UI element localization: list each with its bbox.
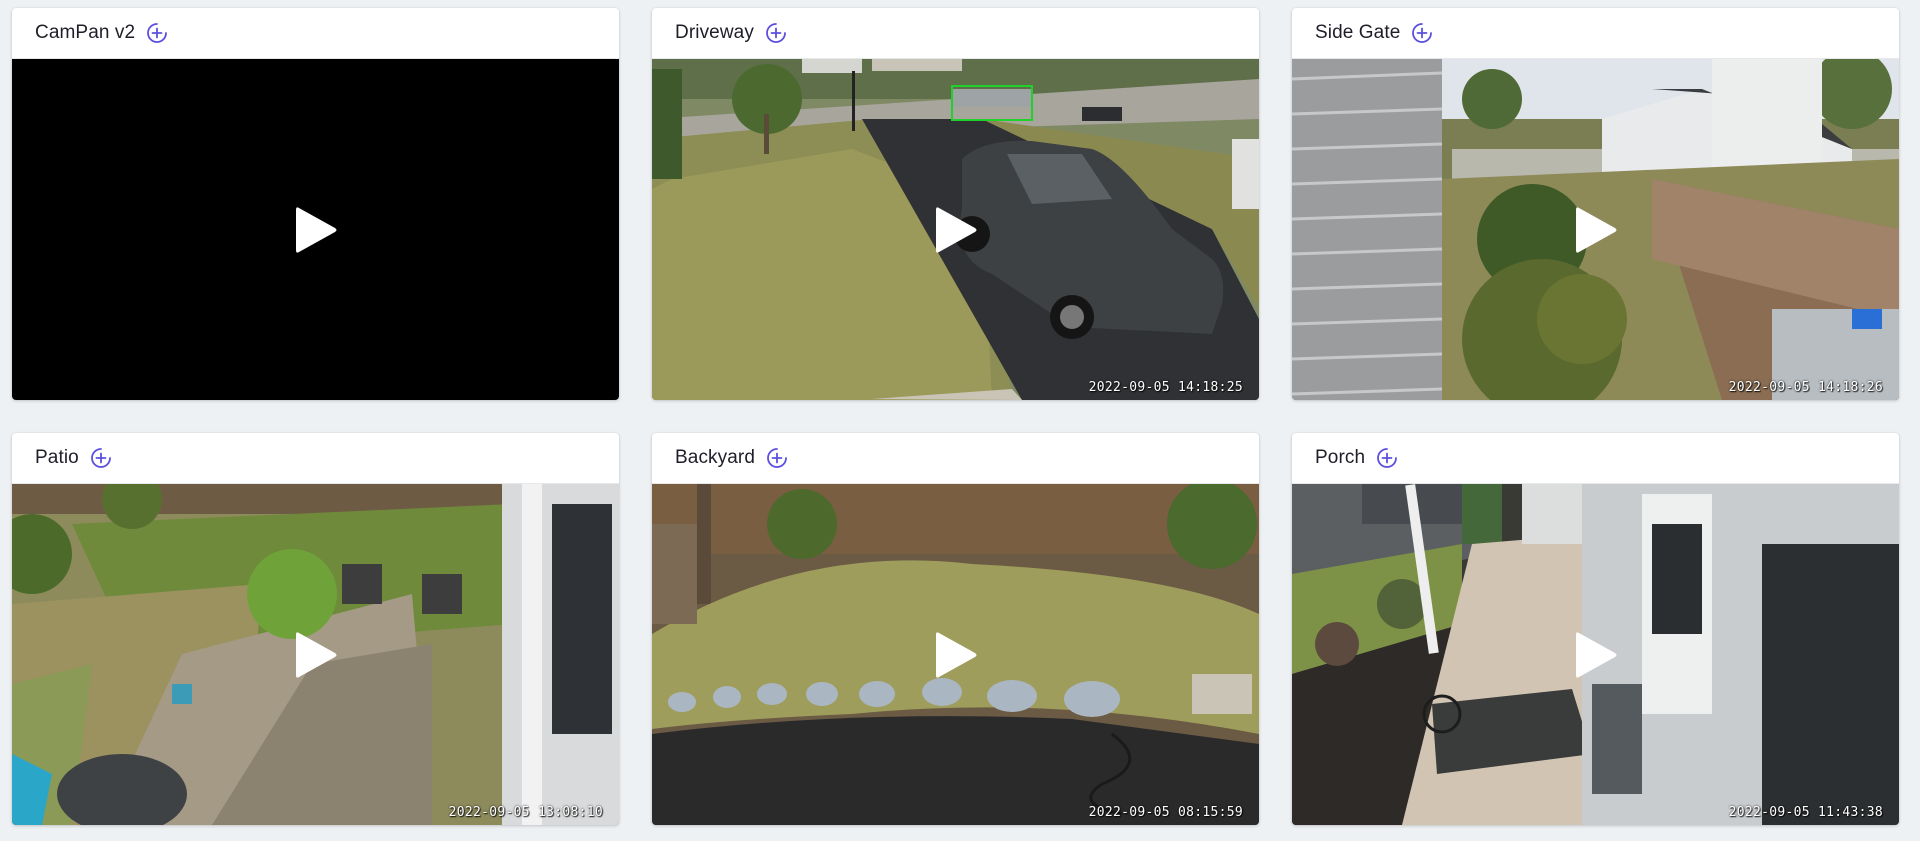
video-feed[interactable]: 2022-09-05 14:18:25 [652, 59, 1259, 400]
add-circle-icon[interactable] [766, 447, 788, 469]
timestamp: 2022-09-05 13:08:10 [448, 805, 603, 820]
card-header: Porch [1292, 433, 1899, 484]
video-feed[interactable]: 2022-09-05 08:15:59 [652, 484, 1259, 825]
card-header: Patio [12, 433, 619, 484]
add-circle-icon[interactable] [765, 22, 787, 44]
camera-card-driveway: Driveway 2022-09-05 14:18:25 [652, 8, 1259, 400]
add-circle-icon[interactable] [90, 447, 112, 469]
camera-card-campan: CamPan v2 [12, 8, 619, 400]
play-icon[interactable] [933, 204, 979, 256]
camera-name: Side Gate [1315, 22, 1401, 43]
video-feed[interactable] [12, 59, 619, 400]
camera-card-side-gate: Side Gate 2022-09-05 14:18:26 [1292, 8, 1899, 400]
add-circle-icon[interactable] [146, 22, 168, 44]
play-icon[interactable] [1573, 629, 1619, 681]
camera-name: Porch [1315, 447, 1366, 468]
video-feed[interactable]: 2022-09-05 14:18:26 [1292, 59, 1899, 400]
timestamp: 2022-09-05 08:15:59 [1088, 805, 1243, 820]
add-circle-icon[interactable] [1376, 447, 1398, 469]
card-header: Side Gate [1292, 8, 1899, 59]
timestamp: 2022-09-05 14:18:25 [1088, 380, 1243, 395]
video-feed[interactable]: 2022-09-05 11:43:38 [1292, 484, 1899, 825]
play-icon[interactable] [933, 629, 979, 681]
card-header: Driveway [652, 8, 1259, 59]
play-icon[interactable] [1573, 204, 1619, 256]
card-header: Backyard [652, 433, 1259, 484]
camera-name: Driveway [675, 22, 754, 43]
timestamp: 2022-09-05 14:18:26 [1728, 380, 1883, 395]
timestamp: 2022-09-05 11:43:38 [1728, 805, 1883, 820]
play-icon[interactable] [293, 629, 339, 681]
camera-card-backyard: Backyard 2022-09-05 08:15:59 [652, 433, 1259, 825]
video-feed[interactable]: 2022-09-05 13:08:10 [12, 484, 619, 825]
play-icon[interactable] [293, 204, 339, 256]
add-circle-icon[interactable] [1411, 22, 1433, 44]
camera-card-porch: Porch 2022-09-05 11:43:38 [1292, 433, 1899, 825]
card-header: CamPan v2 [12, 8, 619, 59]
camera-name: Backyard [675, 447, 756, 468]
camera-name: CamPan v2 [35, 22, 136, 43]
camera-name: Patio [35, 447, 79, 468]
camera-card-patio: Patio 2022-09-05 13:08:10 [12, 433, 619, 825]
